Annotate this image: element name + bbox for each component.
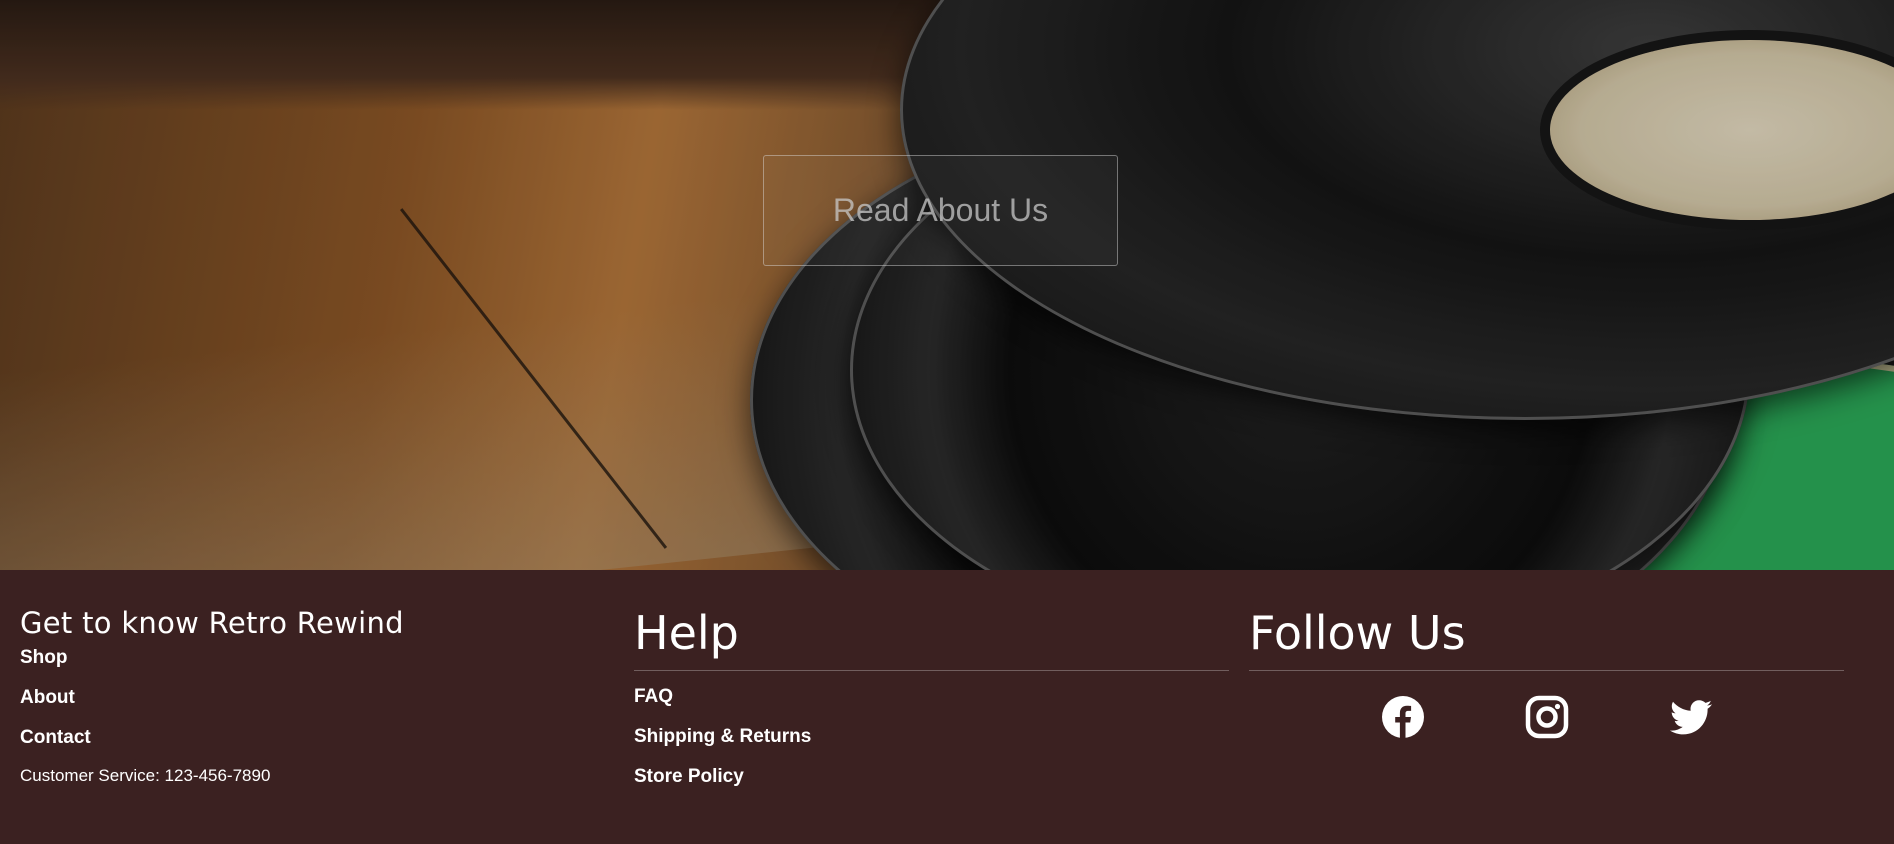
read-about-us-button[interactable]: Read About Us [763,155,1118,266]
instagram-icon[interactable] [1525,695,1569,739]
customer-service-text: Customer Service: 123-456-7890 [20,766,271,785]
follow-column: Follow Us [1249,570,1844,739]
footer-link-about[interactable]: About [20,686,610,710]
footer-link-shipping-returns[interactable]: Shipping & Returns [634,725,1229,749]
about-column-title: Get to know Retro Rewind [20,606,404,640]
hero-overlay [0,0,1894,570]
site-footer: Get to know Retro Rewind Shop About Cont… [0,570,1894,844]
footer-link-store-policy[interactable]: Store Policy [634,765,1229,789]
help-links: FAQ Shipping & Returns Store Policy [634,685,1229,789]
facebook-icon[interactable] [1381,695,1425,739]
footer-link-contact[interactable]: Contact [20,726,610,750]
about-column: Get to know Retro Rewind Shop About Cont… [20,570,610,786]
twitter-icon[interactable] [1669,695,1713,739]
help-column-title: Help [634,606,1229,671]
follow-column-title: Follow Us [1249,606,1844,671]
footer-link-faq[interactable]: FAQ [634,685,1229,709]
hero-banner: Read About Us [0,0,1894,570]
about-links: Shop About Contact [20,646,610,750]
help-column: Help FAQ Shipping & Returns Store Policy [634,570,1229,805]
social-links [1249,695,1844,739]
footer-link-shop[interactable]: Shop [20,646,610,670]
